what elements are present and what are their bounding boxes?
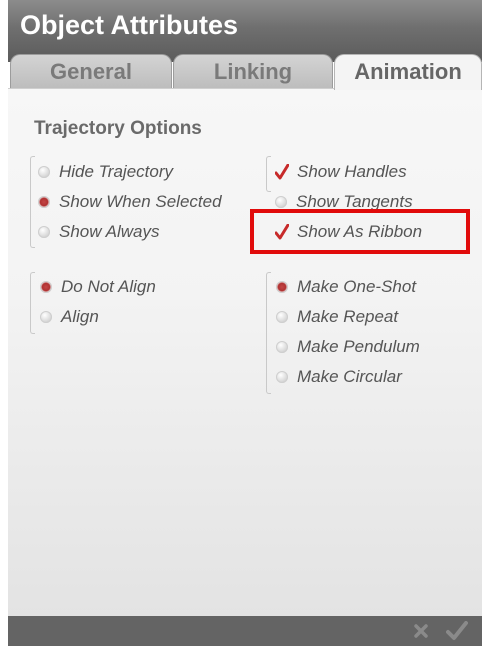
tab-animation[interactable]: Animation xyxy=(334,54,482,90)
option-label: Do Not Align xyxy=(61,277,156,296)
visibility-group-bracket xyxy=(30,156,35,248)
radio-show-always[interactable]: Show Always xyxy=(38,222,159,242)
radio-button-icon xyxy=(40,311,52,323)
tab-general[interactable]: General xyxy=(10,54,172,88)
radio-button-icon xyxy=(276,371,288,383)
radio-button-icon xyxy=(38,166,50,178)
option-label: Make Pendulum xyxy=(297,337,420,356)
option-label: Show Always xyxy=(59,222,160,241)
radio-make-repeat[interactable]: Make Repeat xyxy=(276,307,398,327)
alignment-group-bracket xyxy=(30,272,35,334)
confirm-button[interactable] xyxy=(444,618,470,644)
option-label: Make Circular xyxy=(297,367,402,386)
radio-show-when-selected[interactable]: Show When Selected xyxy=(38,192,222,212)
radio-make-circular[interactable]: Make Circular xyxy=(276,367,402,387)
radio-selected-icon xyxy=(276,281,288,293)
radio-hide-trajectory[interactable]: Hide Trajectory xyxy=(38,162,173,182)
radio-make-pendulum[interactable]: Make Pendulum xyxy=(276,337,420,357)
radio-selected-icon xyxy=(38,196,50,208)
bottom-toolbar xyxy=(8,616,482,646)
option-label: Make Repeat xyxy=(297,307,399,326)
radio-button-icon xyxy=(38,226,50,238)
cancel-button[interactable] xyxy=(408,618,434,644)
motion-group-bracket xyxy=(266,272,271,394)
checkbox-unchecked-icon xyxy=(275,196,287,208)
window-title: Object Attributes xyxy=(20,10,239,40)
option-label: Show Handles xyxy=(297,162,407,181)
option-label: Hide Trajectory xyxy=(59,162,173,181)
close-icon xyxy=(414,624,428,638)
object-attributes-window: Object Attributes General Linking Animat… xyxy=(8,0,482,646)
highlight-box xyxy=(250,209,470,254)
radio-button-icon xyxy=(276,311,288,323)
checkmark-icon xyxy=(275,164,289,180)
radio-button-icon xyxy=(276,341,288,353)
checkbox-show-handles[interactable]: Show Handles xyxy=(275,162,407,182)
option-label: Align xyxy=(61,307,99,326)
radio-do-not-align[interactable]: Do Not Align xyxy=(40,277,156,297)
section-title: Trajectory Options xyxy=(34,118,202,139)
tab-linking[interactable]: Linking xyxy=(173,54,333,88)
radio-align[interactable]: Align xyxy=(40,307,99,327)
radio-selected-icon xyxy=(40,281,52,293)
title-bar: Object Attributes xyxy=(8,0,482,62)
display-group-bracket xyxy=(266,156,271,192)
radio-make-one-shot[interactable]: Make One-Shot xyxy=(276,277,416,297)
option-label: Make One-Shot xyxy=(297,277,417,296)
checkmark-icon xyxy=(446,621,468,640)
option-label: Show When Selected xyxy=(59,192,222,211)
